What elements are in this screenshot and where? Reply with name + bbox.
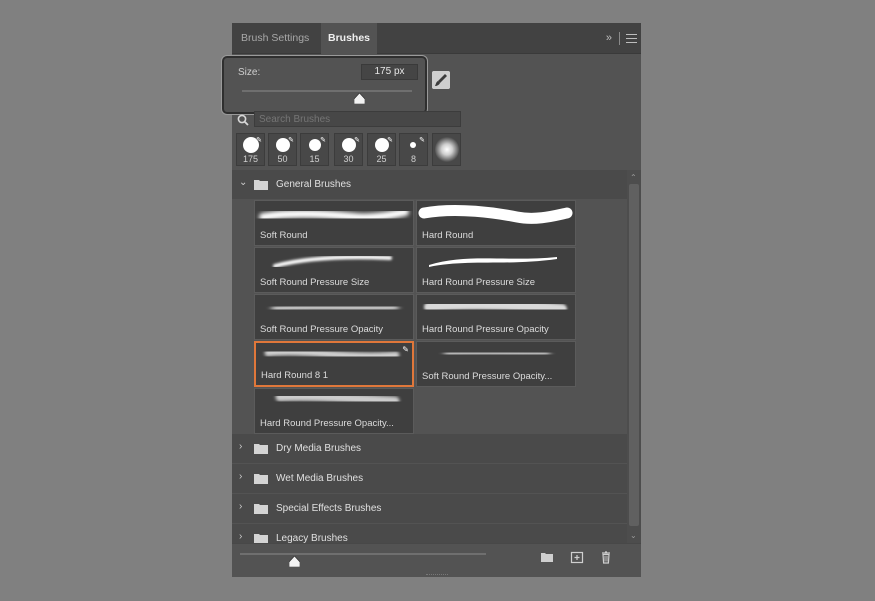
- panel-footer: [232, 543, 641, 577]
- brush-tip-icon: ✎: [288, 137, 294, 144]
- brush-tip-icon: ✎: [387, 137, 393, 144]
- recent-brush[interactable]: ✎ 25: [367, 133, 396, 166]
- brush-tile[interactable]: Soft Round Pressure Opacity: [254, 294, 414, 340]
- brush-tip-icon: ✎: [402, 345, 409, 354]
- brush-tip-icon: ✎: [320, 137, 326, 144]
- panel-resize-grip[interactable]: [426, 574, 448, 576]
- brush-tile-selected[interactable]: ✎ Hard Round 8 1: [254, 341, 414, 387]
- brush-tip-icon: ✎: [256, 137, 262, 144]
- brush-tile[interactable]: Soft Round Pressure Size: [254, 247, 414, 293]
- brush-tile[interactable]: Soft Round: [254, 200, 414, 246]
- scrollbar-thumb[interactable]: [629, 184, 639, 526]
- recent-brush[interactable]: ✎ 175: [236, 133, 265, 166]
- plus-box-icon[interactable]: [570, 551, 584, 564]
- brush-tile[interactable]: Hard Round Pressure Opacity: [416, 294, 576, 340]
- size-slider-track[interactable]: [242, 90, 412, 92]
- chevron-right-icon[interactable]: ›: [239, 471, 242, 482]
- search-brushes-input[interactable]: [254, 111, 461, 127]
- group-general-brushes[interactable]: ⌄ General Brushes: [232, 170, 627, 199]
- brushes-panel: Brush Settings Brushes » Size: 175 px ✎ …: [222, 23, 641, 577]
- folder-icon: [254, 444, 268, 454]
- trash-icon[interactable]: [599, 551, 613, 564]
- group-dry-media-brushes[interactable]: › Dry Media Brushes: [232, 434, 627, 463]
- brush-tile[interactable]: Soft Round Pressure Opacity...: [416, 341, 576, 387]
- tab-brush-settings[interactable]: Brush Settings: [232, 23, 318, 54]
- brush-tile[interactable]: Hard Round Pressure Opacity...: [254, 388, 414, 434]
- size-value-field[interactable]: 175 px: [361, 64, 418, 80]
- chevron-right-icon[interactable]: ›: [239, 501, 242, 512]
- tab-separator: [619, 32, 620, 45]
- recent-brush[interactable]: ✎ 8: [399, 133, 428, 166]
- brush-tip-icon: ✎: [419, 137, 425, 144]
- panel-tab-bar: Brush Settings Brushes »: [232, 23, 641, 54]
- brush-list: ⌄ General Brushes Soft Round Hard Round …: [232, 170, 627, 543]
- folder-icon[interactable]: [540, 551, 554, 564]
- group-special-effects-brushes[interactable]: › Special Effects Brushes: [232, 494, 627, 523]
- folder-icon: [254, 534, 268, 543]
- brush-tile[interactable]: Hard Round Pressure Size: [416, 247, 576, 293]
- scroll-down-icon[interactable]: ⌄: [630, 531, 637, 540]
- double-chevron-right-icon[interactable]: »: [606, 32, 612, 44]
- chevron-down-icon[interactable]: ⌄: [239, 177, 247, 188]
- preview-size-slider-track[interactable]: [240, 553, 486, 555]
- recent-brush[interactable]: ✎ 50: [268, 133, 297, 166]
- tab-brushes[interactable]: Brushes: [321, 23, 377, 54]
- size-label: Size:: [238, 67, 261, 78]
- recent-brush[interactable]: [432, 133, 461, 166]
- search-icon: [237, 114, 249, 126]
- folder-icon: [254, 180, 268, 190]
- preview-size-slider-thumb[interactable]: [289, 556, 301, 567]
- brush-settings-toggle-icon[interactable]: [432, 71, 450, 89]
- folder-icon: [254, 474, 268, 484]
- hamburger-menu-icon[interactable]: [626, 34, 637, 43]
- size-slider-thumb[interactable]: [354, 93, 366, 104]
- brush-tile[interactable]: Hard Round: [416, 200, 576, 246]
- recent-brush[interactable]: ✎ 30: [334, 133, 363, 166]
- recent-brush[interactable]: ✎ 15: [300, 133, 329, 166]
- group-legacy-brushes[interactable]: › Legacy Brushes: [232, 524, 627, 543]
- brush-tip-icon: ✎: [354, 137, 360, 144]
- folder-icon: [254, 504, 268, 514]
- group-wet-media-brushes[interactable]: › Wet Media Brushes: [232, 464, 627, 493]
- scroll-up-icon[interactable]: ⌃: [630, 173, 637, 182]
- chevron-right-icon[interactable]: ›: [239, 531, 242, 542]
- brush-list-scrollbar[interactable]: ⌃ ⌄: [627, 170, 641, 543]
- chevron-right-icon[interactable]: ›: [239, 441, 242, 452]
- brush-grid: Soft Round Hard Round Soft Round Pressur…: [232, 199, 627, 434]
